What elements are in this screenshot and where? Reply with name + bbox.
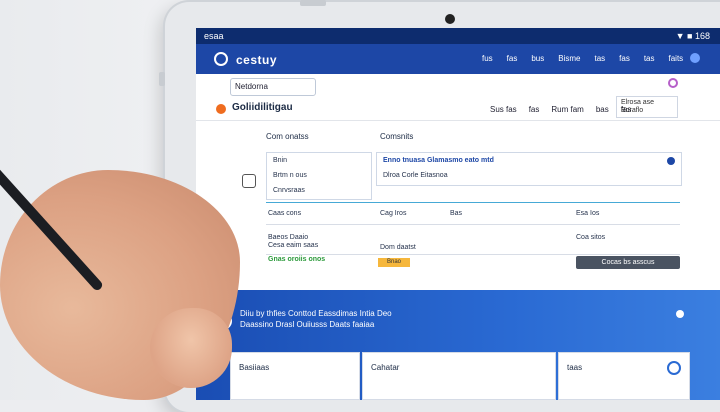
divider (266, 224, 680, 225)
bottom-card[interactable]: Basiiaas (230, 352, 360, 400)
nav-link[interactable]: bus (531, 54, 544, 63)
tablet-screen: esaa ▼ ■ 168 cestuy fus fas bus Bisme ta… (196, 28, 720, 400)
left-panel-item[interactable]: Cnrvsraas (267, 183, 371, 198)
settings-icon[interactable] (676, 310, 684, 318)
left-panel: Bnin Brtm n ous Cnrvsraas (266, 152, 372, 200)
status-dot-icon (216, 104, 226, 114)
status-bar: esaa ▼ ■ 168 (196, 28, 720, 44)
section-label-left: Com onatss (266, 132, 309, 141)
nav-link[interactable]: Bisme (558, 54, 580, 63)
sub-nav-item[interactable]: Rum fam (551, 105, 583, 114)
bottom-card[interactable]: taas (558, 352, 690, 400)
brand-name[interactable]: cestuy (236, 53, 277, 67)
top-nav: fus fas bus Bisme tas fas tas faits (482, 54, 683, 63)
brand-logo-icon (214, 52, 228, 66)
search-input[interactable]: Netdorna (230, 78, 316, 96)
sub-nav-item[interactable]: fas (529, 105, 540, 114)
status-chip: Bnao (378, 258, 410, 267)
status-right: ▼ ■ 168 (675, 31, 710, 41)
table-cell: Esa Ios (576, 210, 600, 217)
card-label: taas (567, 363, 583, 372)
nav-link[interactable]: fas (507, 54, 518, 63)
bottom-card[interactable]: Cahatar (362, 352, 556, 400)
nav-link[interactable]: fus (482, 54, 493, 63)
action-button[interactable]: Cocas bs asscus (576, 256, 680, 269)
table-cell: Bas (450, 210, 463, 217)
app-bar: cestuy fus fas bus Bisme tas fas tas fai… (196, 44, 720, 74)
banner-text: Diiu by thfies Conttod Eassdimas Intia D… (240, 309, 392, 329)
nav-link[interactable]: fas (619, 54, 630, 63)
table-cell: Coa sitos (576, 234, 606, 241)
refresh-icon[interactable] (667, 361, 681, 375)
table-cell: Caas cons (268, 210, 302, 217)
section-label-right: Comsnits (380, 132, 414, 141)
profile-icon[interactable] (690, 53, 700, 63)
divider (266, 254, 680, 255)
nav-link[interactable]: faits (669, 54, 684, 63)
sub-nav-item[interactable]: Sus fas (490, 105, 517, 114)
filter-select-line: Boraflo (621, 107, 644, 114)
table-cell: Cesa eaim saas (268, 242, 319, 249)
nav-link[interactable]: tas (644, 54, 655, 63)
power-button (300, 0, 326, 6)
nav-link[interactable]: tas (594, 54, 605, 63)
user-circle-icon[interactable] (668, 78, 678, 88)
left-panel-item[interactable]: Bnin (267, 153, 371, 168)
checkbox-icon[interactable] (242, 174, 256, 188)
card-label: Basiiaas (239, 363, 270, 372)
sub-nav-item[interactable]: bas (596, 105, 609, 114)
main-panel-heading: Enno tnuasa Glamasmo eato mtd (383, 157, 494, 164)
main-panel: Enno tnuasa Glamasmo eato mtd Dlroa Corl… (376, 152, 682, 186)
page-title: Goliidilitigau (232, 102, 293, 113)
info-icon[interactable] (667, 157, 675, 165)
main-panel-subtext: Dlroa Corle Eitasnoa (383, 172, 448, 179)
filter-select-line: Elrosa ase (621, 99, 655, 106)
front-camera (445, 14, 455, 24)
divider (266, 202, 680, 203)
card-label: Cahatar (371, 363, 400, 372)
left-panel-item[interactable]: Brtm n ous (267, 168, 371, 183)
filter-select[interactable]: Elrosa ase Boraflo (616, 96, 678, 118)
table-cell: Dom daatst (380, 244, 416, 251)
sub-nav: Sus fas fas Rum fam bas fas (490, 105, 631, 114)
thumb-photo (150, 308, 232, 388)
status-text: Gnas oroiis onos (268, 256, 326, 263)
status-left: esaa (204, 31, 224, 41)
sub-header: Netdorna Goliidilitigau Sus fas fas Rum … (196, 74, 720, 121)
table-cell: Cag Iros (380, 210, 407, 217)
table-cell: Baeos Daaio (268, 234, 309, 241)
volume-button (159, 72, 165, 86)
